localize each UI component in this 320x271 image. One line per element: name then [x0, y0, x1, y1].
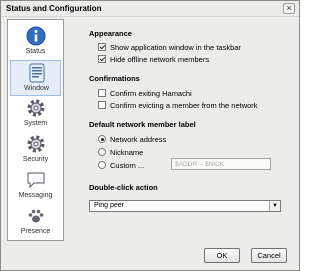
confirm-exit-option[interactable]: Confirm exiting Hamachi: [98, 88, 192, 98]
confirm-exit-checkbox[interactable]: [98, 89, 106, 97]
confirm-evict-label: Confirm evicting a member from the netwo…: [110, 100, 258, 110]
nickname-label: Nickname: [110, 147, 144, 157]
double-click-action-select[interactable]: Ping peer ▼: [89, 200, 281, 212]
sidebar-item-status[interactable]: Status: [10, 24, 61, 60]
confirm-evict-checkbox[interactable]: [98, 101, 106, 109]
sidebar-item-label: Status: [25, 48, 46, 55]
chevron-down-icon[interactable]: ▼: [269, 201, 280, 211]
sidebar-item-system[interactable]: System: [10, 96, 61, 132]
info-icon: [26, 26, 46, 46]
member-label-heading: Default network member label: [89, 120, 196, 129]
hide-offline-label: Hide offline network members: [110, 54, 210, 64]
paw-icon: [28, 209, 44, 223]
label-nickname-option[interactable]: Nickname: [98, 147, 143, 157]
title-bar: Status and Configuration ×: [1, 1, 299, 17]
sidebar-item-label: Security: [22, 156, 49, 163]
appearance-heading: Appearance: [89, 29, 132, 38]
network-address-radio[interactable]: [98, 135, 106, 143]
custom-radio[interactable]: [98, 161, 106, 169]
sidebar-item-window[interactable]: Window: [10, 60, 61, 96]
show-in-taskbar-label: Show application window in the taskbar: [110, 42, 241, 52]
sidebar-item-messaging[interactable]: Messaging: [10, 168, 61, 204]
label-network-address-option[interactable]: Network address: [98, 134, 166, 144]
window-title: Status and Configuration: [6, 4, 102, 13]
close-icon: ×: [286, 3, 292, 13]
gear-icon: [27, 99, 45, 117]
confirmations-heading: Confirmations: [89, 74, 140, 83]
sidebar-item-presence[interactable]: Presence: [10, 204, 61, 240]
label-custom-option[interactable]: Custom ...: [98, 160, 144, 170]
double-click-heading: Double-click action: [89, 183, 158, 192]
configuration-window: Status and Configuration × Status Window: [0, 0, 300, 271]
security-gear-icon: [27, 135, 45, 153]
custom-label-input[interactable]: $ADDR -- $NICK: [171, 158, 271, 170]
sidebar-item-security[interactable]: Security: [10, 132, 61, 168]
settings-panel: Appearance Show application window in th…: [81, 19, 293, 241]
category-sidebar: Status Window System Security Messaging …: [7, 19, 64, 241]
speech-bubble-icon: [27, 172, 45, 189]
custom-label: Custom ...: [110, 160, 145, 170]
close-button[interactable]: ×: [283, 3, 295, 14]
sidebar-item-label: Presence: [20, 228, 51, 235]
ok-button[interactable]: OK: [204, 248, 240, 263]
nickname-radio[interactable]: [98, 148, 106, 156]
show-in-taskbar-option[interactable]: Show application window in the taskbar: [98, 42, 241, 52]
cancel-button[interactable]: Cancel: [251, 248, 287, 263]
network-address-label: Network address: [110, 134, 167, 144]
hide-offline-checkbox[interactable]: [98, 55, 106, 63]
confirm-evict-option[interactable]: Confirm evicting a member from the netwo…: [98, 100, 258, 110]
sidebar-item-label: System: [23, 120, 48, 127]
window-icon: [29, 63, 45, 83]
sidebar-item-label: Window: [24, 85, 49, 92]
show-in-taskbar-checkbox[interactable]: [98, 43, 106, 51]
hide-offline-option[interactable]: Hide offline network members: [98, 54, 209, 64]
confirm-exit-label: Confirm exiting Hamachi: [110, 88, 192, 98]
sidebar-item-label: Messaging: [18, 192, 53, 199]
double-click-action-value: Ping peer: [94, 202, 124, 209]
